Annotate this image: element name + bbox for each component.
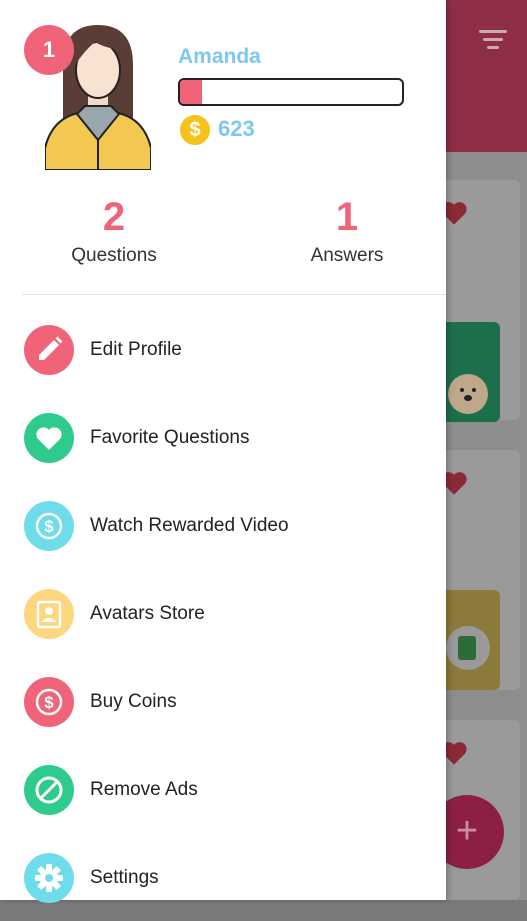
level-badge: 1 [24,25,74,75]
questions-stat[interactable]: 2 Questions [24,195,204,267]
coin-balance: 623 [218,116,255,141]
heart-icon [24,413,74,463]
gear-icon [24,853,74,903]
menu-item-edit-profile[interactable]: Edit Profile [0,305,446,393]
menu-item-favorite-questions[interactable]: Favorite Questions [0,393,446,481]
menu-item-avatars-store[interactable]: Avatars Store [0,569,446,657]
dollar-coin-icon: $ [24,677,74,727]
questions-count: 2 [102,195,126,239]
contact-card-icon [24,589,74,639]
questions-label: Questions [71,245,157,266]
menu-label: Remove Ads [90,779,198,800]
xp-progress-bar [178,78,404,106]
block-icon [24,765,74,815]
coin-icon: $ [180,115,210,145]
drawer-menu: Edit Profile Favorite Questions $ Watch … [0,305,446,921]
answers-count: 1 [335,195,359,239]
answers-stat[interactable]: 1 Answers [257,195,437,267]
menu-label: Buy Coins [90,691,177,712]
filter-icon[interactable] [478,30,508,52]
menu-label: Edit Profile [90,339,182,360]
navigation-drawer: 1 Amanda $ 623 2 Questions 1 Answers Edi… [0,0,446,903]
svg-text:$: $ [44,517,54,536]
xp-progress-fill [180,80,203,104]
menu-item-remove-ads[interactable]: Remove Ads [0,745,446,833]
divider [22,294,446,295]
menu-label: Watch Rewarded Video [90,515,289,536]
menu-item-watch-rewarded-video[interactable]: $ Watch Rewarded Video [0,481,446,569]
svg-text:$: $ [44,693,54,712]
menu-label: Favorite Questions [90,427,250,448]
dollar-coin-icon: $ [24,501,74,551]
avatar-thumbnail [440,322,500,422]
username: Amanda [178,45,261,68]
menu-item-settings[interactable]: Settings [0,833,446,921]
menu-label: Settings [90,867,159,888]
pencil-icon [24,325,74,375]
answers-label: Answers [310,245,384,266]
avatar-thumbnail [440,590,500,690]
menu-label: Avatars Store [90,603,205,624]
menu-item-buy-coins[interactable]: $ Buy Coins [0,657,446,745]
